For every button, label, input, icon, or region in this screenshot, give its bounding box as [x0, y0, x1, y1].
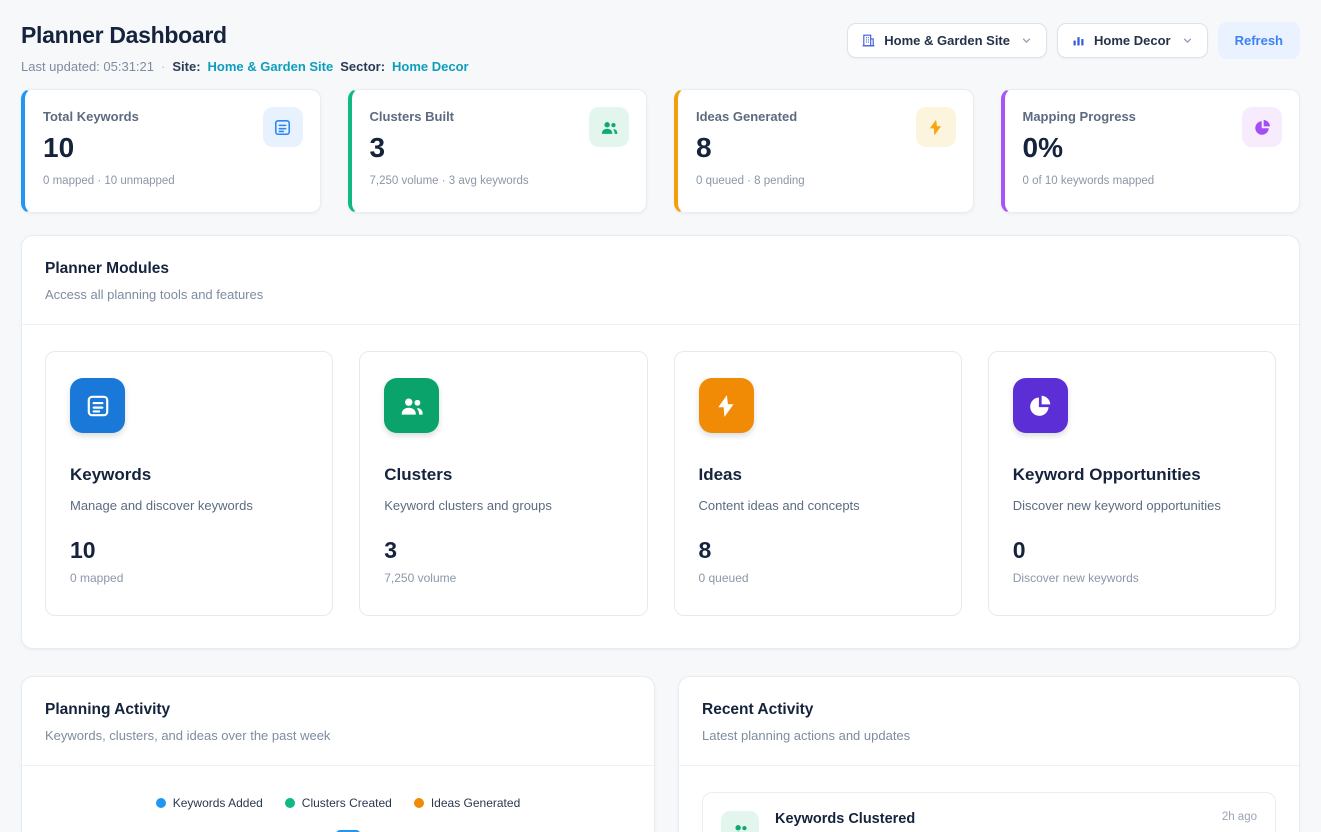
chevron-down-icon [1181, 34, 1194, 47]
recent-activity-header: Recent Activity Latest planning actions … [679, 677, 1299, 765]
module-value: 10 [70, 537, 308, 564]
legend-dot-orange [414, 798, 424, 808]
sector-link[interactable]: Home Decor [392, 59, 469, 74]
module-description: Content ideas and concepts [699, 498, 937, 513]
modules-subtitle: Access all planning tools and features [45, 287, 1276, 302]
users-icon [721, 811, 759, 832]
page-title: Planner Dashboard [21, 22, 469, 49]
feed-item-timestamp: 2h ago [1222, 811, 1257, 823]
feed-item-title: Keywords Clustered [775, 811, 915, 827]
module-title: Clusters [384, 465, 622, 485]
module-footnote: 0 mapped [70, 571, 308, 585]
recent-activity-panel: Recent Activity Latest planning actions … [678, 676, 1300, 832]
header: Planner Dashboard Last updated: 05:31:21… [21, 22, 1300, 74]
stat-card-mapping-progress: Mapping Progress 0% 0 of 10 keywords map… [1001, 89, 1301, 213]
divider [22, 765, 654, 766]
modules-grid: Keywords Manage and discover keywords 10… [22, 325, 1299, 648]
site-link[interactable]: Home & Garden Site [208, 59, 334, 74]
activity-feed: Keywords Clustered 3 new clusters create… [679, 766, 1299, 832]
module-title: Ideas [699, 465, 937, 485]
module-value: 3 [384, 537, 622, 564]
site-dropdown[interactable]: Home & Garden Site [847, 23, 1047, 58]
planning-activity-panel: Planning Activity Keywords, clusters, an… [21, 676, 655, 832]
legend-item-keywords-added: Keywords Added [156, 796, 263, 810]
chart-legend: Keywords Added Clusters Created Ideas Ge… [22, 796, 654, 810]
recent-activity-title: Recent Activity [702, 701, 1276, 719]
legend-label: Keywords Added [173, 796, 263, 810]
stat-footnote: 0 of 10 keywords mapped [1023, 175, 1282, 187]
module-title: Keywords [70, 465, 308, 485]
planning-activity-header: Planning Activity Keywords, clusters, an… [22, 677, 654, 765]
header-left: Planner Dashboard Last updated: 05:31:21… [21, 22, 469, 74]
module-card-clusters[interactable]: Clusters Keyword clusters and groups 3 7… [359, 351, 647, 616]
module-card-keyword-opportunities[interactable]: Keyword Opportunities Discover new keywo… [988, 351, 1276, 616]
legend-label: Clusters Created [302, 796, 392, 810]
stat-footnote: 0 mapped · 10 unmapped [43, 175, 302, 187]
site-label: Site: [172, 59, 200, 74]
module-footnote: 0 queued [699, 571, 937, 585]
modules-title: Planner Modules [45, 260, 1276, 278]
header-subline: Last updated: 05:31:21 · Site: Home & Ga… [21, 59, 469, 74]
stat-card-total-keywords: Total Keywords 10 0 mapped · 10 unmapped [21, 89, 321, 213]
header-controls: Home & Garden Site Home Decor Refresh [847, 22, 1300, 59]
module-value: 8 [699, 537, 937, 564]
module-value: 0 [1013, 537, 1251, 564]
module-footnote: Discover new keywords [1013, 571, 1251, 585]
module-card-ideas[interactable]: Ideas Content ideas and concepts 8 0 que… [674, 351, 962, 616]
recent-activity-subtitle: Latest planning actions and updates [702, 728, 1276, 743]
site-dropdown-value: Home & Garden Site [884, 33, 1010, 48]
building-icon [861, 33, 876, 48]
module-description: Discover new keyword opportunities [1013, 498, 1251, 513]
modules-header: Planner Modules Access all planning tool… [22, 236, 1299, 324]
separator-dot: · [161, 59, 165, 74]
legend-item-clusters-created: Clusters Created [285, 796, 392, 810]
stat-card-clusters-built: Clusters Built 3 7,250 volume · 3 avg ke… [348, 89, 648, 213]
module-card-keywords[interactable]: Keywords Manage and discover keywords 10… [45, 351, 333, 616]
module-title: Keyword Opportunities [1013, 465, 1251, 485]
pie-chart-icon [1013, 378, 1068, 433]
module-description: Keyword clusters and groups [384, 498, 622, 513]
legend-dot-blue [156, 798, 166, 808]
planning-activity-subtitle: Keywords, clusters, and ideas over the p… [45, 728, 631, 743]
bottom-panels: Planning Activity Keywords, clusters, an… [21, 676, 1300, 832]
planning-activity-title: Planning Activity [45, 701, 631, 719]
sector-label: Sector: [340, 59, 385, 74]
module-footnote: 7,250 volume [384, 571, 622, 585]
refresh-button[interactable]: Refresh [1218, 22, 1300, 59]
stat-cards-row: Total Keywords 10 0 mapped · 10 unmapped… [21, 89, 1300, 213]
sector-dropdown[interactable]: Home Decor [1057, 23, 1208, 58]
legend-item-ideas-generated: Ideas Generated [414, 796, 520, 810]
list-item: Keywords Clustered 3 new clusters create… [702, 792, 1276, 832]
legend-dot-green [285, 798, 295, 808]
users-icon [589, 107, 629, 147]
lightning-icon [699, 378, 754, 433]
planner-modules-section: Planner Modules Access all planning tool… [21, 235, 1300, 649]
document-icon [263, 107, 303, 147]
stat-card-ideas-generated: Ideas Generated 8 0 queued · 8 pending [674, 89, 974, 213]
chevron-down-icon [1020, 34, 1033, 47]
bar-chart-icon [1071, 33, 1086, 48]
document-icon [70, 378, 125, 433]
module-description: Manage and discover keywords [70, 498, 308, 513]
users-icon [384, 378, 439, 433]
pie-chart-icon [1242, 107, 1282, 147]
planner-dashboard-page: Planner Dashboard Last updated: 05:31:21… [0, 0, 1321, 832]
sector-dropdown-value: Home Decor [1094, 33, 1171, 48]
lightning-icon [916, 107, 956, 147]
last-updated-text: Last updated: 05:31:21 [21, 59, 154, 74]
stat-footnote: 7,250 volume · 3 avg keywords [370, 175, 629, 187]
stat-footnote: 0 queued · 8 pending [696, 175, 955, 187]
legend-label: Ideas Generated [431, 796, 520, 810]
feed-item-body: Keywords Clustered 3 new clusters create… [775, 811, 915, 832]
